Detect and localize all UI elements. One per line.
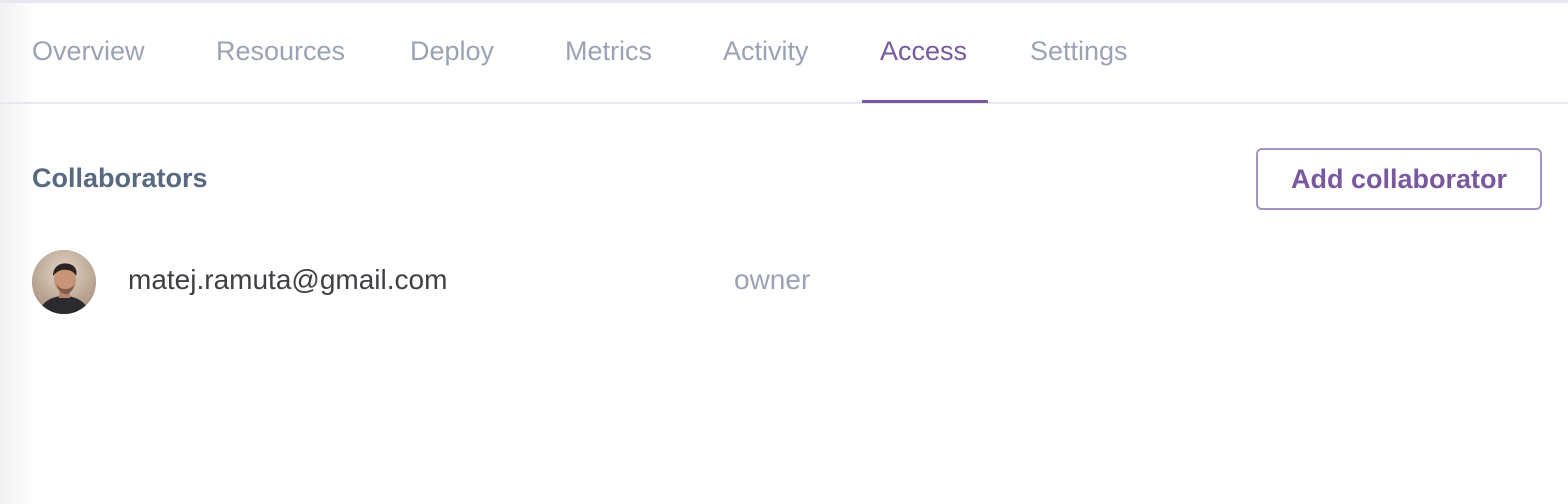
tab-settings[interactable]: Settings: [1030, 3, 1128, 102]
tab-access[interactable]: Access: [880, 3, 967, 102]
collaborator-role: owner: [734, 264, 811, 295]
tab-resources[interactable]: Resources: [216, 3, 345, 102]
user-avatar-photo-icon: [32, 250, 96, 314]
access-page: Overview Resources Deploy Metrics Activi…: [0, 0, 1568, 504]
tab-deploy[interactable]: Deploy: [410, 3, 494, 102]
collaborator-row: matej.ramuta@gmail.com owner: [32, 250, 1532, 314]
avatar: [32, 250, 96, 314]
collaborators-heading: Collaborators: [32, 163, 208, 193]
add-collaborator-button[interactable]: Add collaborator: [1256, 148, 1542, 210]
app-tab-bar: Overview Resources Deploy Metrics Activi…: [0, 3, 1568, 104]
tab-activity[interactable]: Activity: [723, 3, 809, 102]
collaborator-email: matej.ramuta@gmail.com: [128, 264, 448, 295]
tab-metrics[interactable]: Metrics: [565, 3, 652, 102]
tab-overview[interactable]: Overview: [32, 3, 145, 102]
active-tab-indicator: [862, 100, 988, 103]
